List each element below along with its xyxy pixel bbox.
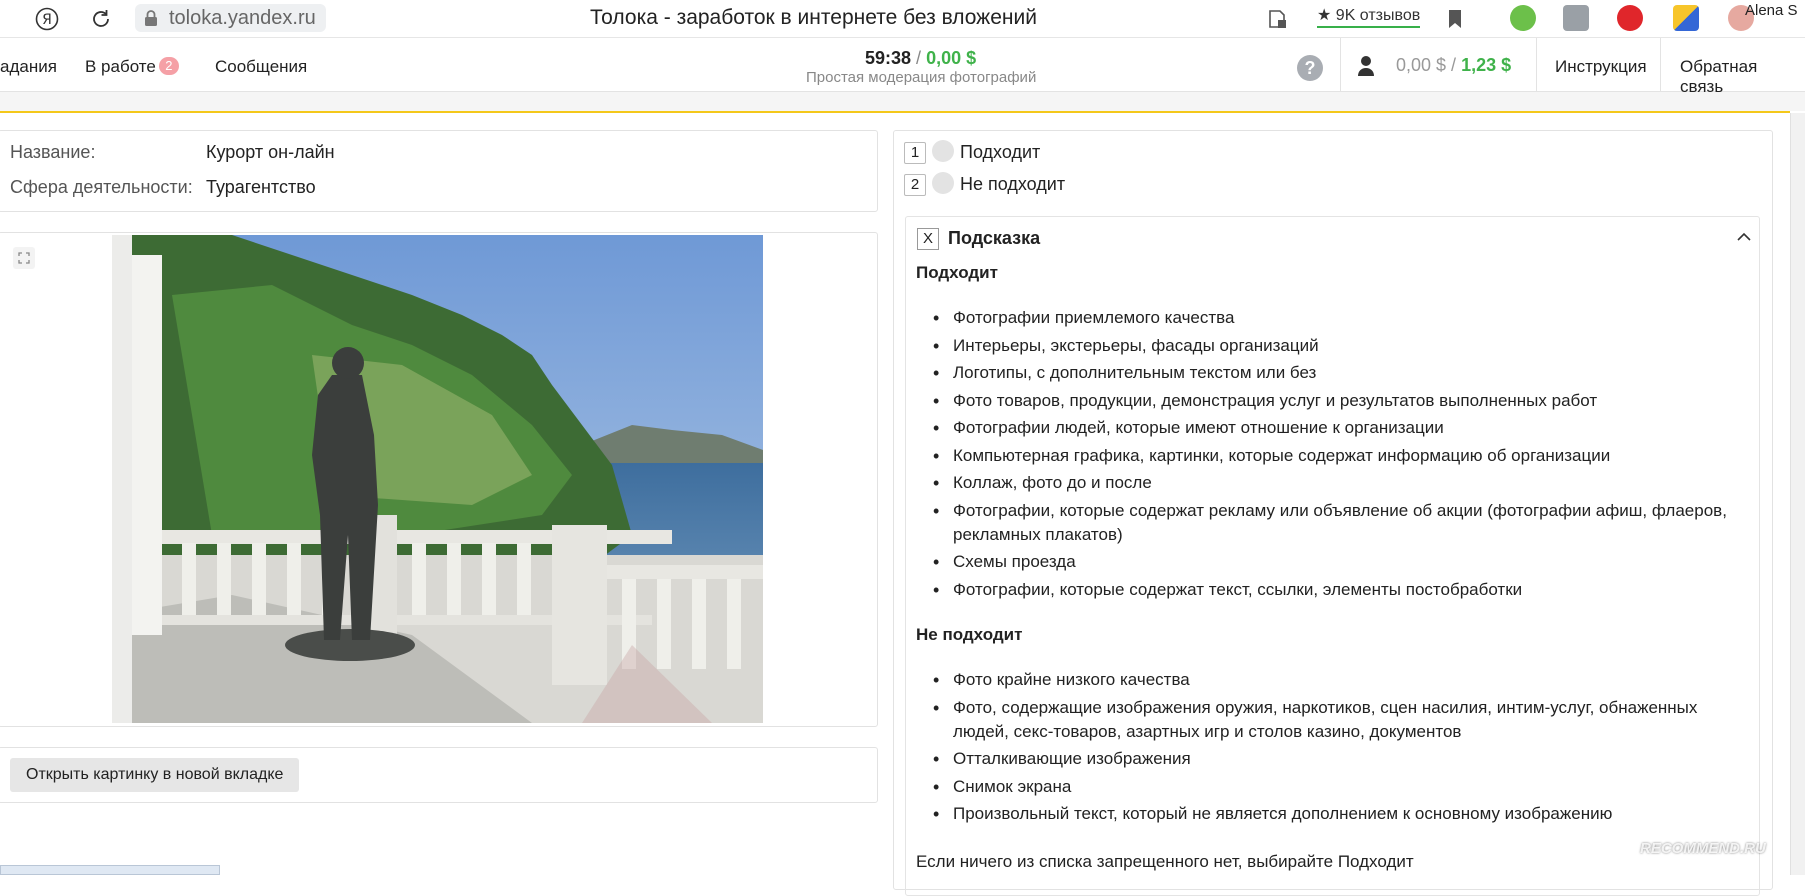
address-bar[interactable]: toloka.yandex.ru bbox=[135, 4, 326, 32]
lock-icon bbox=[145, 10, 157, 26]
good-list: Фотографии приемлемого качества Интерьер… bbox=[916, 306, 1736, 605]
list-item: Логотипы, с дополнительным текстом или б… bbox=[916, 361, 1736, 385]
profile-name[interactable]: Alena S bbox=[1745, 2, 1798, 19]
list-item: Фото крайне низкого качества bbox=[916, 668, 1736, 692]
extension-red-icon[interactable] bbox=[1617, 5, 1643, 31]
url-text: toloka.yandex.ru bbox=[169, 7, 316, 29]
list-item: Схемы проезда bbox=[916, 550, 1736, 574]
list-item: Коллаж, фото до и после bbox=[916, 471, 1736, 495]
help-icon[interactable]: ? bbox=[1297, 55, 1323, 81]
fullscreen-icon[interactable] bbox=[13, 247, 35, 269]
page-scrollbar[interactable] bbox=[1790, 113, 1805, 875]
name-label: Название: bbox=[10, 142, 96, 162]
nav-tasks-label: адания bbox=[0, 57, 57, 76]
nav-messages-label: Сообщения bbox=[215, 57, 308, 76]
hotkey-1: 1 bbox=[904, 142, 926, 164]
list-item: Фото товаров, продукции, демонстрация ус… bbox=[916, 389, 1736, 413]
chevron-up-icon[interactable] bbox=[1736, 229, 1752, 245]
bottom-tab[interactable] bbox=[0, 865, 220, 875]
list-item: Фотографии людей, которые имеют отношени… bbox=[916, 416, 1736, 440]
header-divider bbox=[1536, 38, 1537, 92]
list-item: Интерьеры, экстерьеры, фасады организаци… bbox=[916, 334, 1736, 358]
page-title: Толока - заработок в интернете без вложе… bbox=[590, 6, 1037, 29]
sphere-value: Турагентство bbox=[206, 177, 316, 197]
list-item: Фотографии, которые содержат рекламу или… bbox=[916, 499, 1736, 547]
name-value: Курорт он-лайн bbox=[206, 142, 335, 162]
protect-icon[interactable] bbox=[1262, 4, 1292, 34]
hint-title: Подсказка bbox=[948, 228, 1041, 248]
balance-separator: / bbox=[1446, 55, 1462, 75]
yandex-logo-icon[interactable]: Я bbox=[32, 4, 62, 34]
nav-messages[interactable]: Сообщения bbox=[215, 57, 307, 77]
bad-list: Фото крайне низкого качества Фото, содер… bbox=[916, 668, 1736, 830]
task-earnings: 0,00 $ bbox=[926, 48, 977, 68]
header-divider bbox=[1660, 38, 1661, 92]
toloka-header: адания В работе 2 Сообщения 59:38 / 0,00 … bbox=[0, 38, 1805, 96]
extension-green-icon[interactable] bbox=[1510, 5, 1536, 31]
balance-pending: 0,00 $ bbox=[1396, 55, 1447, 75]
choice-suitable-label: Подходит bbox=[960, 142, 1041, 162]
user-icon[interactable] bbox=[1356, 54, 1376, 78]
timer-separator: / bbox=[911, 48, 927, 68]
nav-tasks[interactable]: адания bbox=[0, 57, 57, 77]
list-item: Компьютерная графика, картинки, которые … bbox=[916, 444, 1736, 468]
choice-unsuitable-label: Не подходит bbox=[960, 174, 1066, 194]
bookmark-icon[interactable] bbox=[1440, 4, 1470, 34]
task-name: Простая модерация фотографий bbox=[806, 69, 1037, 86]
list-item: Фотографии приемлемого качества bbox=[916, 306, 1736, 330]
extension-yellow-blue-icon[interactable] bbox=[1673, 5, 1699, 31]
open-image-button[interactable]: Открыть картинку в новой вкладке bbox=[10, 758, 300, 792]
task-timer: 59:38 / 0,00 $ bbox=[865, 48, 976, 69]
feedback-link[interactable]: Обратная связь bbox=[1680, 57, 1805, 97]
reload-icon[interactable] bbox=[86, 4, 116, 34]
nav-in-progress-label: В работе bbox=[85, 57, 156, 76]
header-divider bbox=[1340, 38, 1341, 92]
hint-footer: Если ничего из списка запрещенного нет, … bbox=[916, 852, 1414, 871]
yandex-logo-letter: Я bbox=[42, 12, 52, 28]
list-item: Отталкивающие изображения bbox=[916, 747, 1736, 771]
watermark: RECOMMEND.RU bbox=[1640, 840, 1766, 857]
balance[interactable]: 0,00 $ / 1,23 $ bbox=[1396, 55, 1511, 76]
reviews-link[interactable]: ★ 9K отзывов bbox=[1317, 5, 1421, 28]
bad-title: Не подходит bbox=[916, 625, 1023, 644]
instruction-link[interactable]: Инструкция bbox=[1555, 57, 1647, 77]
in-progress-badge: 2 bbox=[158, 57, 179, 75]
balance-available: 1,23 $ bbox=[1461, 55, 1512, 75]
sphere-label: Сфера деятельности: bbox=[10, 177, 193, 197]
hint-close-button[interactable]: X bbox=[917, 228, 939, 250]
radio-unsuitable[interactable] bbox=[932, 172, 954, 194]
task-photo bbox=[112, 235, 763, 723]
hint-section: X Подсказка Подходит Фотографии приемлем… bbox=[905, 216, 1760, 896]
list-item: Снимок экрана bbox=[916, 775, 1736, 799]
browser-toolbar: Я toloka.yandex.ru Толока - заработок в … bbox=[0, 0, 1805, 38]
choice-suitable[interactable]: 1 Подходит bbox=[904, 140, 1040, 164]
extension-gray-icon[interactable] bbox=[1563, 5, 1589, 31]
list-item: Фотографии, которые содержат текст, ссыл… bbox=[916, 578, 1736, 602]
good-title: Подходит bbox=[916, 263, 998, 282]
hotkey-2: 2 bbox=[904, 174, 926, 196]
list-item: Произвольный текст, который не является … bbox=[916, 802, 1736, 826]
info-panel: Название: Курорт он-лайн Сфера деятельно… bbox=[0, 130, 878, 212]
list-item: Фото, содержащие изображения оружия, нар… bbox=[916, 696, 1736, 744]
radio-suitable[interactable] bbox=[932, 140, 954, 162]
yellow-accent-line bbox=[0, 111, 1790, 113]
nav-in-progress[interactable]: В работе 2 bbox=[85, 57, 179, 77]
header-shadow bbox=[0, 92, 1805, 111]
choice-unsuitable[interactable]: 2 Не подходит bbox=[904, 172, 1065, 196]
timer-value: 59:38 bbox=[865, 48, 912, 68]
